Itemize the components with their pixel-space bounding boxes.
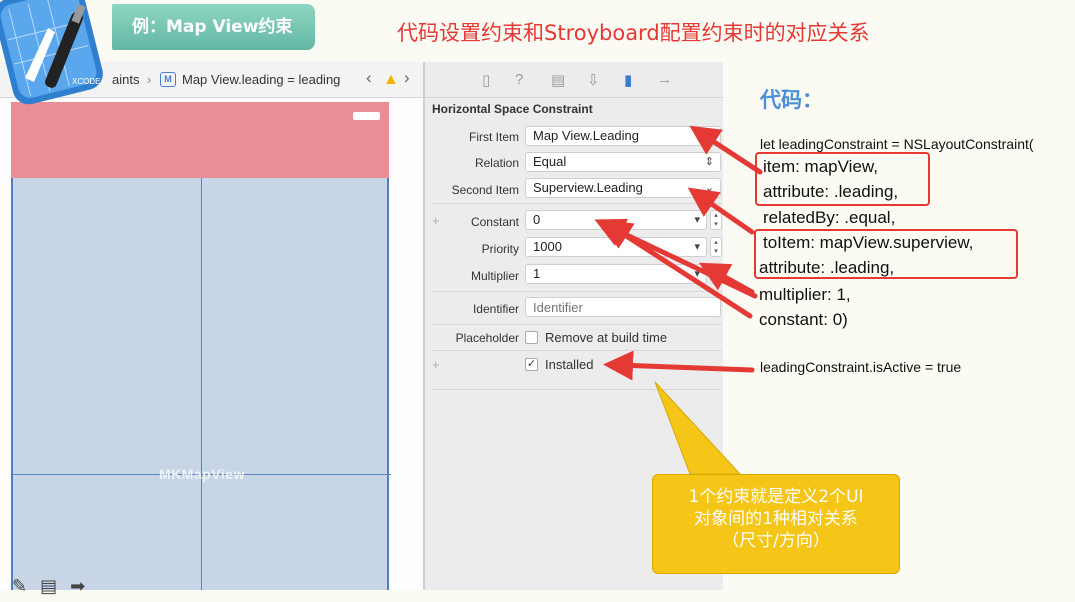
attributes-inspector-tab-icon[interactable]: ⇩ bbox=[587, 71, 600, 89]
first-item-popup[interactable]: Map View.Leading ⌄ bbox=[525, 126, 721, 146]
callout-line-1: 1个约束就是定义2个UI bbox=[688, 487, 864, 507]
chevron-down-icon: ⌄ bbox=[704, 182, 714, 194]
pen-icon[interactable]: ✎ bbox=[12, 576, 27, 596]
grid-line-vertical bbox=[201, 178, 202, 590]
code-line-5: toItem: mapView.superview, bbox=[763, 233, 974, 252]
code-line-2: item: mapView, bbox=[763, 157, 878, 176]
presentation-toolbar: ✎ ▤ ➡ bbox=[12, 576, 93, 597]
forward-nav-icon[interactable]: › bbox=[404, 68, 410, 88]
multiplier-field[interactable]: 1 ▾ bbox=[525, 264, 707, 284]
svg-text:XCODE: XCODE bbox=[72, 77, 100, 86]
relation-label: Relation bbox=[474, 156, 519, 170]
second-item-popup[interactable]: Superview.Leading ⌄ bbox=[525, 178, 721, 198]
next-slide-icon[interactable]: ➡ bbox=[70, 576, 85, 596]
multiplier-stepper[interactable]: ▴ ▾ bbox=[710, 264, 722, 284]
code-line-8: constant: 0) bbox=[759, 310, 848, 329]
identifier-field[interactable] bbox=[525, 297, 721, 317]
constant-stepper[interactable]: ▴ ▾ bbox=[710, 210, 722, 230]
code-line-6: attribute: .leading, bbox=[759, 258, 895, 277]
installed-label: Installed bbox=[545, 357, 594, 372]
code-line-3: attribute: .leading, bbox=[763, 182, 899, 201]
map-view-label: MKMapView bbox=[159, 466, 245, 482]
connections-inspector-tab-icon[interactable]: → bbox=[657, 71, 672, 88]
first-item-label: First Item bbox=[469, 130, 519, 144]
back-nav-icon[interactable]: ‹ bbox=[366, 68, 372, 88]
identifier-label: Identifier bbox=[472, 302, 519, 316]
priority-label: Priority bbox=[481, 242, 519, 256]
mapview-constraint-icon: M bbox=[160, 72, 176, 87]
separator bbox=[432, 203, 722, 204]
callout-line-3: （尺寸/方向） bbox=[722, 531, 830, 551]
remove-at-build-label: Remove at build time bbox=[545, 330, 668, 345]
xcode-logo-icon: XCODE bbox=[0, 0, 103, 105]
battery-icon bbox=[353, 112, 380, 120]
separator bbox=[432, 350, 722, 351]
notes-icon[interactable]: ▤ bbox=[40, 576, 57, 596]
breadcrumb-chevron-icon: › bbox=[147, 72, 152, 87]
inspector-section-title: Horizontal Space Constraint bbox=[432, 102, 593, 116]
inspector-tab-bar: ▯ ? ▤ ⇩ ▮ → bbox=[425, 62, 723, 98]
relation-popup[interactable]: Equal ⇕ bbox=[525, 152, 721, 172]
placeholder-label: Placeholder bbox=[455, 331, 519, 345]
constant-label: Constant bbox=[470, 215, 519, 229]
priority-field[interactable]: 1000 ▾ bbox=[525, 237, 707, 257]
slide-main-title: 代码设置约束和Stroyboard配置约束时的对应关系 bbox=[397, 21, 870, 45]
installed-checkbox[interactable]: ✓ bbox=[525, 358, 538, 371]
callout-line-2: 对象间的1种相对关系 bbox=[694, 509, 858, 529]
separator bbox=[432, 389, 722, 390]
file-inspector-tab-icon[interactable]: ▯ bbox=[482, 71, 490, 89]
chevron-down-icon: ▾ bbox=[694, 241, 700, 253]
slide-title-badge: 例：Map View约束 bbox=[112, 4, 315, 50]
up-down-chevron-icon: ⇕ bbox=[704, 156, 714, 168]
code-line-7: multiplier: 1, bbox=[759, 285, 851, 304]
identity-inspector-tab-icon[interactable]: ▤ bbox=[551, 71, 565, 89]
second-item-label: Second Item bbox=[451, 183, 519, 197]
multiplier-label: Multiplier bbox=[470, 269, 519, 283]
code-line-4: relatedBy: .equal, bbox=[763, 208, 896, 227]
size-inspector-tab-icon[interactable]: ▮ bbox=[624, 71, 632, 89]
code-heading: 代码： bbox=[760, 88, 823, 112]
constant-field[interactable]: 0 ▾ bbox=[525, 210, 707, 230]
code-line-9: leadingConstraint.isActive = true bbox=[760, 359, 962, 375]
status-bar-area bbox=[11, 102, 389, 178]
help-inspector-tab-icon[interactable]: ? bbox=[515, 71, 523, 88]
remove-at-build-checkbox[interactable] bbox=[525, 331, 538, 344]
explanation-callout: 1个约束就是定义2个UI 对象间的1种相对关系 （尺寸/方向） bbox=[652, 474, 900, 574]
separator bbox=[432, 291, 722, 292]
breadcrumb-constraints[interactable]: aints bbox=[112, 72, 139, 87]
warning-icon[interactable]: ▲ bbox=[383, 71, 399, 89]
priority-stepper[interactable]: ▴ ▾ bbox=[710, 237, 722, 257]
map-view[interactable]: MKMapView bbox=[11, 178, 391, 590]
breadcrumb-constraint-leading[interactable]: Map View.leading = leading bbox=[182, 72, 340, 87]
chevron-down-icon: ▾ bbox=[694, 268, 700, 280]
chevron-down-icon: ⌄ bbox=[704, 130, 714, 142]
chevron-down-icon: ▾ bbox=[694, 214, 700, 226]
code-line-1: let leadingConstraint = NSLayoutConstrai… bbox=[760, 136, 1034, 152]
add-installed-variation-icon[interactable]: + bbox=[432, 357, 440, 372]
separator bbox=[432, 324, 722, 325]
